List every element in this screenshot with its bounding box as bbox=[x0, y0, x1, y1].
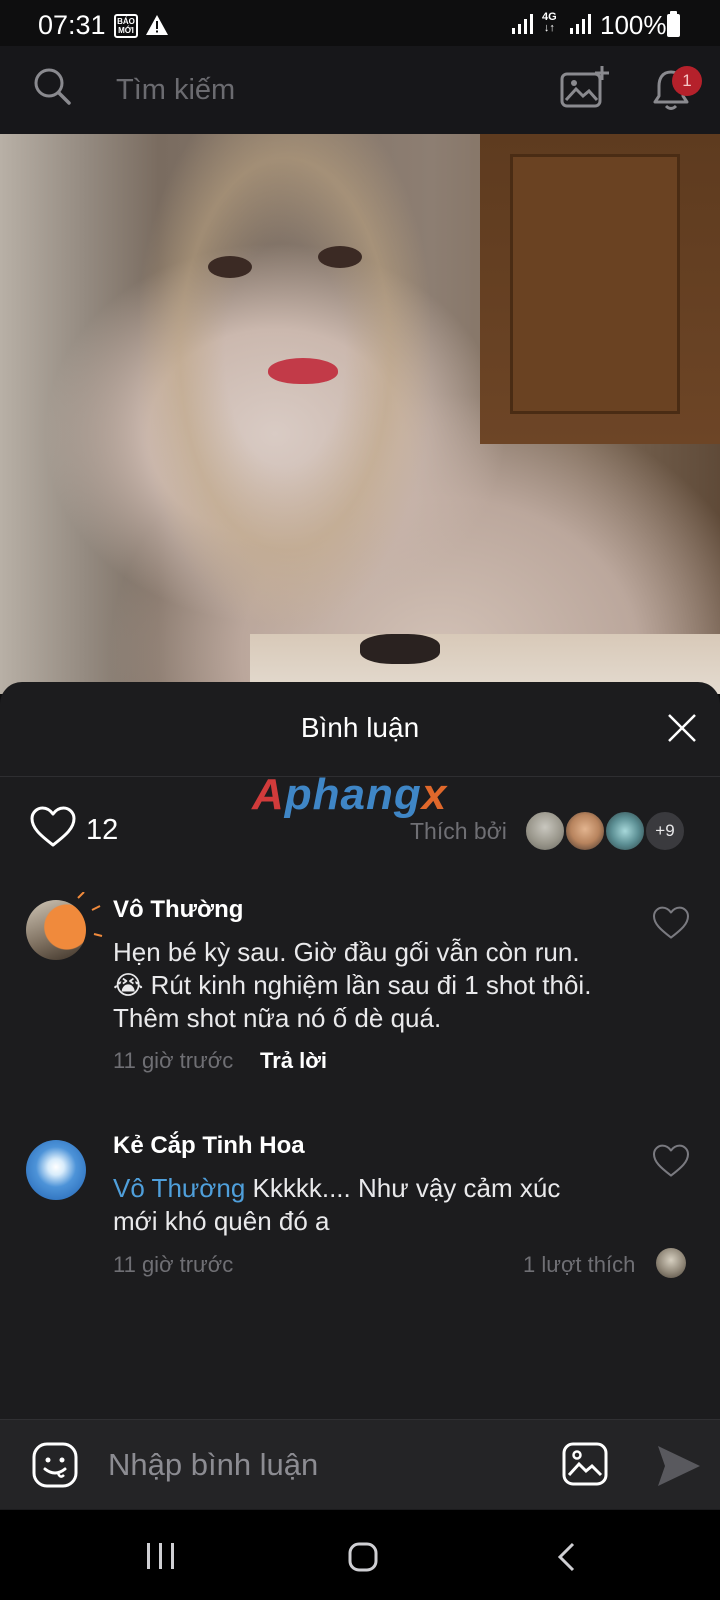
comment-text: Vô Thường Kkkkk.... Như vậy cảm xúc mới … bbox=[113, 1173, 561, 1236]
liker-avatar bbox=[564, 810, 606, 852]
notification-badge: 1 bbox=[672, 66, 702, 96]
status-time: 07:31 bbox=[38, 10, 106, 40]
photo-eye-left bbox=[208, 256, 252, 278]
like-count: 12 bbox=[86, 814, 119, 846]
comment-like-heart-icon[interactable] bbox=[652, 1144, 690, 1178]
sheet-title: Bình luận bbox=[300, 712, 420, 743]
liked-by-label[interactable]: Thích bởi bbox=[410, 818, 507, 845]
back-icon[interactable] bbox=[556, 1542, 576, 1572]
liker-avatar bbox=[604, 810, 646, 852]
close-icon[interactable] bbox=[666, 712, 698, 744]
comment-like-count[interactable]: 1 lượt thích bbox=[523, 1252, 635, 1278]
search-input[interactable] bbox=[116, 68, 516, 112]
photo-eye-right bbox=[318, 246, 362, 268]
sun-rays-decoration bbox=[77, 892, 103, 937]
send-icon[interactable] bbox=[656, 1444, 702, 1488]
liker-avatar bbox=[656, 1248, 686, 1278]
more-likers-count: +9 bbox=[644, 810, 686, 852]
mention-link[interactable]: Vô Thường bbox=[113, 1173, 245, 1203]
signal-icon bbox=[512, 14, 533, 34]
comment-author[interactable]: Kẻ Cắp Tinh Hoa bbox=[113, 1132, 305, 1160]
system-nav-bar bbox=[0, 1510, 720, 1600]
recent-apps-icon[interactable] bbox=[146, 1542, 176, 1570]
comment-time: 11 giờ trước bbox=[113, 1048, 234, 1073]
photo-shadow bbox=[360, 634, 440, 664]
avatar[interactable] bbox=[26, 1140, 86, 1200]
status-bar: 07:31 BÁO MỚI 4G ↓↑ 100% bbox=[0, 0, 720, 46]
warning-icon bbox=[146, 15, 168, 35]
photo-door-panel bbox=[510, 154, 680, 414]
like-heart-icon[interactable] bbox=[30, 806, 76, 848]
image-icon[interactable] bbox=[562, 1442, 608, 1486]
baomoi-notification-icon: BÁO MỚI bbox=[114, 14, 138, 38]
signal-icon-2 bbox=[570, 14, 591, 34]
comment-like-heart-icon[interactable] bbox=[652, 906, 690, 940]
network-type: 4G ↓↑ bbox=[542, 11, 557, 34]
battery-percent: 100% bbox=[600, 10, 667, 40]
photo-lips bbox=[268, 358, 338, 384]
battery-icon bbox=[667, 11, 680, 37]
post-photo[interactable] bbox=[0, 134, 720, 694]
comment-time: 11 giờ trước bbox=[113, 1252, 234, 1277]
comment-text: Hẹn bé kỳ sau. Giờ đầu gối vẫn còn run. … bbox=[113, 937, 592, 1033]
comments-sheet: Bình luận Aphangx 12 Thích bởi +9 Vô Thư… bbox=[0, 682, 720, 1510]
photo-hair bbox=[140, 134, 430, 694]
comment-input-bar bbox=[0, 1419, 720, 1509]
reply-button[interactable]: Trả lời bbox=[260, 1048, 327, 1074]
top-app-bar bbox=[0, 46, 720, 134]
search-icon[interactable] bbox=[32, 66, 72, 106]
comment-input[interactable] bbox=[108, 1442, 528, 1488]
likes-row: 12 Thích bởi +9 bbox=[0, 794, 720, 872]
add-photo-icon[interactable] bbox=[560, 66, 610, 110]
comment-author[interactable]: Vô Thường bbox=[113, 896, 243, 924]
liker-avatar bbox=[524, 810, 566, 852]
home-icon[interactable] bbox=[348, 1542, 378, 1572]
emoji-icon[interactable] bbox=[32, 1442, 78, 1488]
